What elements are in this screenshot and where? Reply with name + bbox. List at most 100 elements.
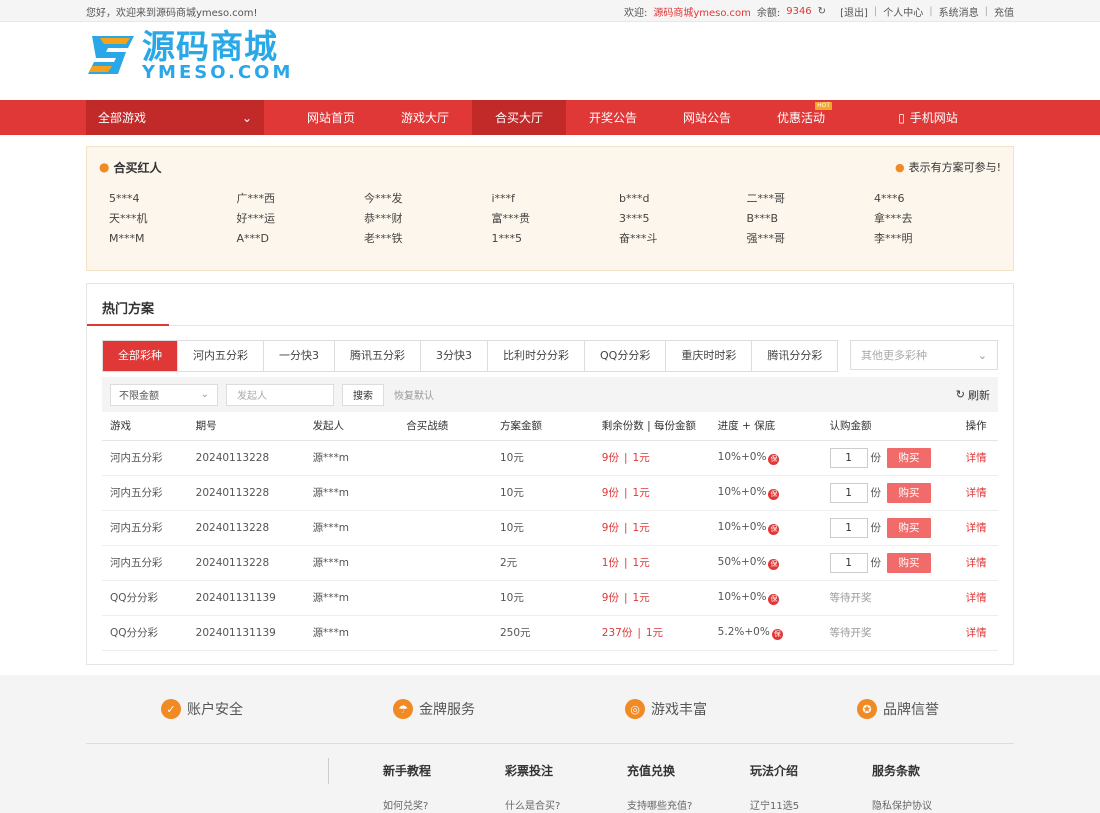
top-buyer-name[interactable]: 奋***斗 bbox=[619, 231, 747, 247]
lottery-tabs: 全部彩种 河内五分彩 一分快3 腾讯五分彩 3分快3 比利时分分彩 QQ分分彩 重庆时时彩 腾讯… bbox=[102, 340, 839, 372]
search-button[interactable]: 搜索 bbox=[342, 383, 384, 406]
amount-filter-select[interactable]: 不限金额 ⌄ bbox=[110, 383, 218, 406]
lottery-tab[interactable]: 河内五分彩 bbox=[178, 341, 264, 371]
nav-item-mobile[interactable]: ▯ 手机网站 bbox=[848, 100, 1008, 135]
progress-value: 10%+0% bbox=[717, 450, 767, 463]
top-buyer-name[interactable]: 老***铁 bbox=[364, 231, 492, 247]
reset-link[interactable]: 恢复默认 bbox=[394, 387, 434, 402]
detail-link[interactable]: 详情 bbox=[966, 452, 987, 464]
detail-link[interactable]: 详情 bbox=[966, 627, 987, 639]
nav-item-site-notice[interactable]: 网站公告 bbox=[660, 100, 754, 135]
column-header: 期号 bbox=[187, 412, 305, 441]
action-cell: 详情 bbox=[957, 545, 998, 581]
remaining-cell: 9份 | 1元 bbox=[593, 440, 710, 476]
mobile-label: 手机网站 bbox=[909, 111, 958, 125]
nav-item-game-hall[interactable]: 游戏大厅 bbox=[378, 100, 472, 135]
amount-cell: 10元 bbox=[492, 510, 594, 546]
top-buyer-name[interactable]: b***d bbox=[619, 191, 747, 207]
top-buyer-name[interactable]: 5***4 bbox=[109, 191, 237, 207]
lottery-tab[interactable]: 腾讯分分彩 bbox=[752, 341, 838, 371]
remaining-shares: 1份 bbox=[601, 557, 619, 569]
nav-item-home[interactable]: 网站首页 bbox=[284, 100, 378, 135]
top-buyer-name[interactable]: 好***运 bbox=[237, 211, 365, 227]
footer-link[interactable]: 隐私保护协议 bbox=[872, 797, 932, 812]
detail-link[interactable]: 详情 bbox=[966, 487, 987, 499]
top-buyer-name[interactable]: 强***哥 bbox=[747, 231, 875, 247]
initiator-cell: 源***m bbox=[304, 615, 399, 651]
column-header: 操作 bbox=[957, 412, 998, 441]
feature-strip: ✓ 账户安全 ☂ 金牌服务 ◎ 游戏丰富 ✪ 品牌信誉 bbox=[86, 675, 1014, 744]
top-buyer-name[interactable]: 二***哥 bbox=[747, 191, 875, 207]
initiator-cell: 源***m bbox=[304, 510, 399, 546]
top-buyer-name[interactable]: 拿***去 bbox=[874, 211, 1002, 227]
quantity-input[interactable]: 1 bbox=[829, 482, 868, 503]
footer-link[interactable]: 辽宁11选5 bbox=[750, 797, 799, 812]
nav-item-promotions[interactable]: 优惠活动 HOT bbox=[754, 100, 848, 135]
nav-item-group-buy[interactable]: 合买大厅 bbox=[472, 100, 566, 135]
table-row: 河内五分彩 20240113228 源***m 2元 1份 | 1元 50%+0% 保 1 份购买详… bbox=[102, 545, 998, 581]
top-buyer-name[interactable]: M***M bbox=[109, 231, 237, 247]
site-logo[interactable]: 源码商城 YMESO.COM bbox=[86, 30, 293, 82]
recharge-link[interactable]: 充值 bbox=[994, 4, 1014, 19]
lottery-tab[interactable]: 比利时分分彩 bbox=[488, 341, 585, 371]
all-games-dropdown[interactable]: 全部游戏 ⌄ bbox=[86, 100, 264, 135]
lottery-tab[interactable]: 重庆时时彩 bbox=[666, 341, 753, 371]
top-buyer-name[interactable]: 1***5 bbox=[492, 231, 620, 247]
top-buyer-name[interactable]: 富***贵 bbox=[492, 211, 620, 227]
detail-link[interactable]: 详情 bbox=[966, 522, 987, 534]
detail-link[interactable]: 详情 bbox=[966, 592, 987, 604]
buy-button[interactable]: 购买 bbox=[887, 482, 932, 503]
top-buyer-name[interactable]: 恭***财 bbox=[364, 211, 492, 227]
top-buyer-name[interactable]: 3***5 bbox=[619, 211, 747, 227]
top-buyer-name[interactable]: 天***机 bbox=[109, 211, 237, 227]
lottery-tab[interactable]: 一分快3 bbox=[264, 341, 335, 371]
record-cell bbox=[398, 475, 492, 511]
initiator-input[interactable]: 发起人 bbox=[226, 383, 334, 406]
logout-link[interactable]: [退出] bbox=[840, 4, 868, 19]
detail-link[interactable]: 详情 bbox=[966, 557, 987, 569]
top-buyer-name[interactable]: 今***发 bbox=[364, 191, 492, 207]
username-link[interactable]: 源码商城ymeso.com bbox=[653, 4, 751, 19]
top-buyers-note-text: 表示有方案可参与! bbox=[908, 161, 1001, 174]
progress-cell: 10%+0% 保 bbox=[709, 580, 822, 616]
top-buyer-name[interactable]: A***D bbox=[237, 231, 365, 247]
top-buyer-name[interactable]: 广***西 bbox=[237, 191, 365, 207]
footer-link-column: 新手教程如何兑奖? bbox=[383, 762, 431, 812]
lottery-tab[interactable]: 3分快3 bbox=[421, 341, 488, 371]
top-buyer-name[interactable]: 4***6 bbox=[874, 191, 1002, 207]
table-header-row: 游戏 期号 发起人 合买战绩 方案金额 剩余份数 | 每份金额 进度 + 保底 认购金额 操作 bbox=[102, 412, 998, 441]
personal-center-link[interactable]: 个人中心 bbox=[883, 4, 923, 19]
per-share-amount: 1元 bbox=[632, 592, 650, 604]
footer: ✓ 账户安全 ☂ 金牌服务 ◎ 游戏丰富 ✪ 品牌信誉 新手教程如何兑奖? 彩票投注什么是合买?… bbox=[0, 675, 1100, 813]
top-buyer-name[interactable]: i***f bbox=[492, 191, 620, 207]
more-lottery-select[interactable]: 其他更多彩种 ⌄ bbox=[850, 340, 998, 370]
quantity-input[interactable]: 1 bbox=[829, 447, 868, 468]
footer-link-column: 服务条款 隐私保护协议 bbox=[872, 762, 932, 812]
footer-link[interactable]: 支持哪些充值? bbox=[627, 797, 692, 812]
table-row: QQ分分彩 202401131139 源***m 10元 9份 | 1元 10%+0% 保等待开… bbox=[102, 580, 998, 616]
lottery-tab[interactable]: 全部彩种 bbox=[103, 341, 178, 371]
game-cell: QQ分分彩 bbox=[102, 615, 188, 651]
nav-item-draw-notice[interactable]: 开奖公告 bbox=[566, 100, 660, 135]
refresh-balance-icon[interactable]: ↻ bbox=[818, 6, 826, 17]
top-buyer-name[interactable]: 李***明 bbox=[874, 231, 1002, 247]
guarantee-icon: 保 bbox=[768, 488, 780, 500]
lottery-tab[interactable]: QQ分分彩 bbox=[585, 341, 667, 371]
refresh-button[interactable]: ↻ 刷新 bbox=[956, 387, 990, 403]
footer-link[interactable]: 如何兑奖? bbox=[383, 797, 431, 812]
footer-link[interactable]: 什么是合买? bbox=[505, 797, 560, 812]
subscribe-cell: 1 份购买 bbox=[821, 510, 958, 546]
umbrella-icon: ☂ bbox=[393, 699, 413, 719]
subscribe-cell: 1 份购买 bbox=[821, 475, 958, 511]
footer-column-title: 新手教程 bbox=[383, 764, 432, 778]
shield-icon: ✓ bbox=[161, 699, 181, 719]
footer-column-title: 彩票投注 bbox=[505, 764, 554, 778]
top-buyer-name[interactable]: B***B bbox=[747, 211, 875, 227]
buy-button[interactable]: 购买 bbox=[887, 517, 932, 538]
buy-button[interactable]: 购买 bbox=[887, 447, 932, 468]
lottery-tab[interactable]: 腾讯五分彩 bbox=[335, 341, 421, 371]
quantity-input[interactable]: 1 bbox=[829, 552, 868, 573]
buy-button[interactable]: 购买 bbox=[887, 552, 932, 573]
quantity-input[interactable]: 1 bbox=[829, 517, 868, 538]
system-message-link[interactable]: 系统消息 bbox=[939, 4, 979, 19]
